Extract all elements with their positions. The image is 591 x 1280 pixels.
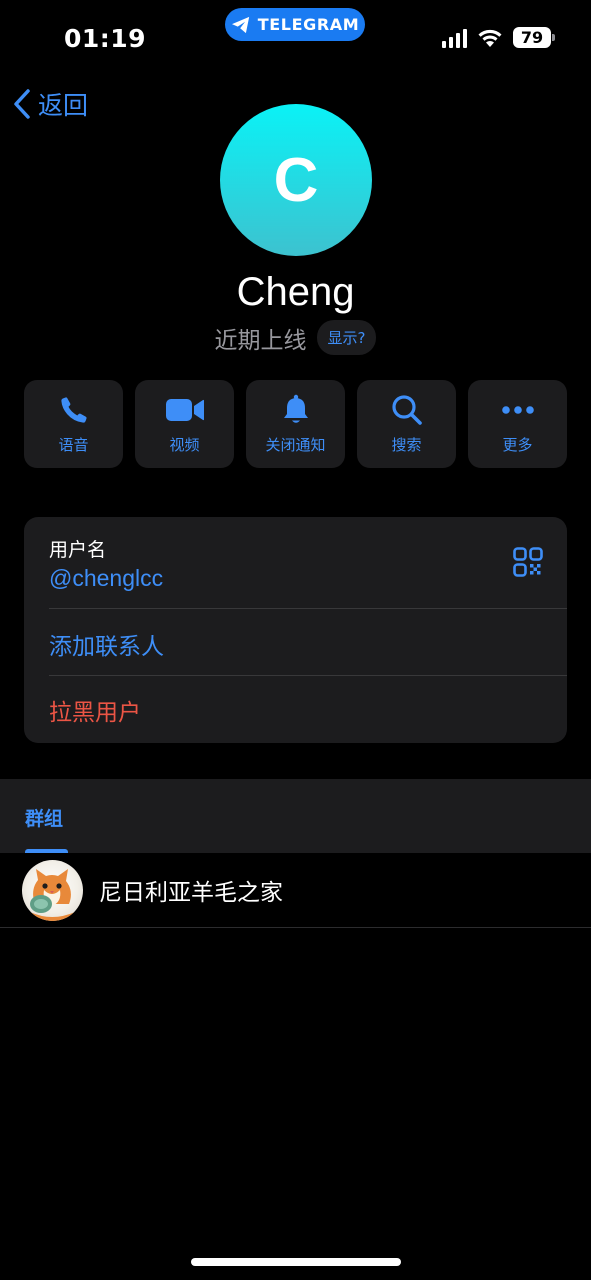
action-label: 搜索 xyxy=(391,435,422,454)
video-icon xyxy=(165,398,204,421)
username-value[interactable]: @chenglcc xyxy=(49,565,163,592)
battery-icon: 79 xyxy=(513,27,555,48)
cellular-signal-icon xyxy=(442,28,467,48)
home-indicator[interactable] xyxy=(191,1258,401,1266)
more-icon xyxy=(501,405,534,414)
status-indicators: 79 xyxy=(442,27,555,48)
groups-tab-header: 群组 xyxy=(0,779,591,853)
group-name: 尼日利亚羊毛之家 xyxy=(99,880,283,906)
battery-level: 79 xyxy=(520,28,544,47)
avatar-initial: C xyxy=(273,145,319,215)
tab-groups[interactable]: 群组 xyxy=(25,804,63,831)
action-label: 视频 xyxy=(169,435,200,454)
mute-button[interactable]: 关闭通知 xyxy=(246,380,345,468)
group-list-item[interactable]: 尼日利亚羊毛之家 xyxy=(0,853,591,928)
action-buttons: 语音 视频 关闭通知 搜索 更多 xyxy=(24,380,567,468)
wifi-icon xyxy=(478,29,502,47)
action-label: 关闭通知 xyxy=(265,435,326,454)
app-pill-label: TELEGRAM xyxy=(257,15,360,34)
profile-avatar[interactable]: C xyxy=(220,104,372,256)
back-label: 返回 xyxy=(38,91,89,120)
search-button[interactable]: 搜索 xyxy=(357,380,456,468)
show-last-seen-button[interactable]: 显示? xyxy=(316,320,377,355)
back-button[interactable]: 返回 xyxy=(12,86,88,122)
video-call-button[interactable]: 视频 xyxy=(135,380,234,468)
voice-call-button[interactable]: 语音 xyxy=(24,380,123,468)
telegram-app-pill[interactable]: TELEGRAM xyxy=(225,8,365,41)
action-label: 语音 xyxy=(58,435,89,454)
block-user-row[interactable]: 拉黑用户 xyxy=(24,676,567,743)
group-avatar xyxy=(22,859,83,921)
block-user-label: 拉黑用户 xyxy=(49,700,141,726)
add-contact-label: 添加联系人 xyxy=(49,634,164,660)
telegram-plane-icon xyxy=(231,16,249,33)
cat-illustration-icon xyxy=(30,868,75,921)
search-icon xyxy=(391,394,422,425)
phone-icon xyxy=(60,396,87,423)
bell-icon xyxy=(283,394,308,423)
username-row[interactable]: 用户名 @chenglcc xyxy=(24,517,567,609)
profile-name: Cheng xyxy=(236,270,355,314)
last-seen-text: 近期上线 xyxy=(214,327,307,354)
status-time: 01:19 xyxy=(64,24,147,53)
add-contact-row[interactable]: 添加联系人 xyxy=(24,609,567,676)
more-button[interactable]: 更多 xyxy=(468,380,567,468)
username-label: 用户名 xyxy=(49,539,107,561)
chevron-left-icon xyxy=(14,89,30,119)
info-card: 用户名 @chenglcc 添加联系人 拉黑用户 xyxy=(24,517,567,743)
action-label: 更多 xyxy=(502,435,533,454)
profile-status: 近期上线 显示? xyxy=(0,320,591,355)
qr-code-icon[interactable] xyxy=(513,547,543,577)
